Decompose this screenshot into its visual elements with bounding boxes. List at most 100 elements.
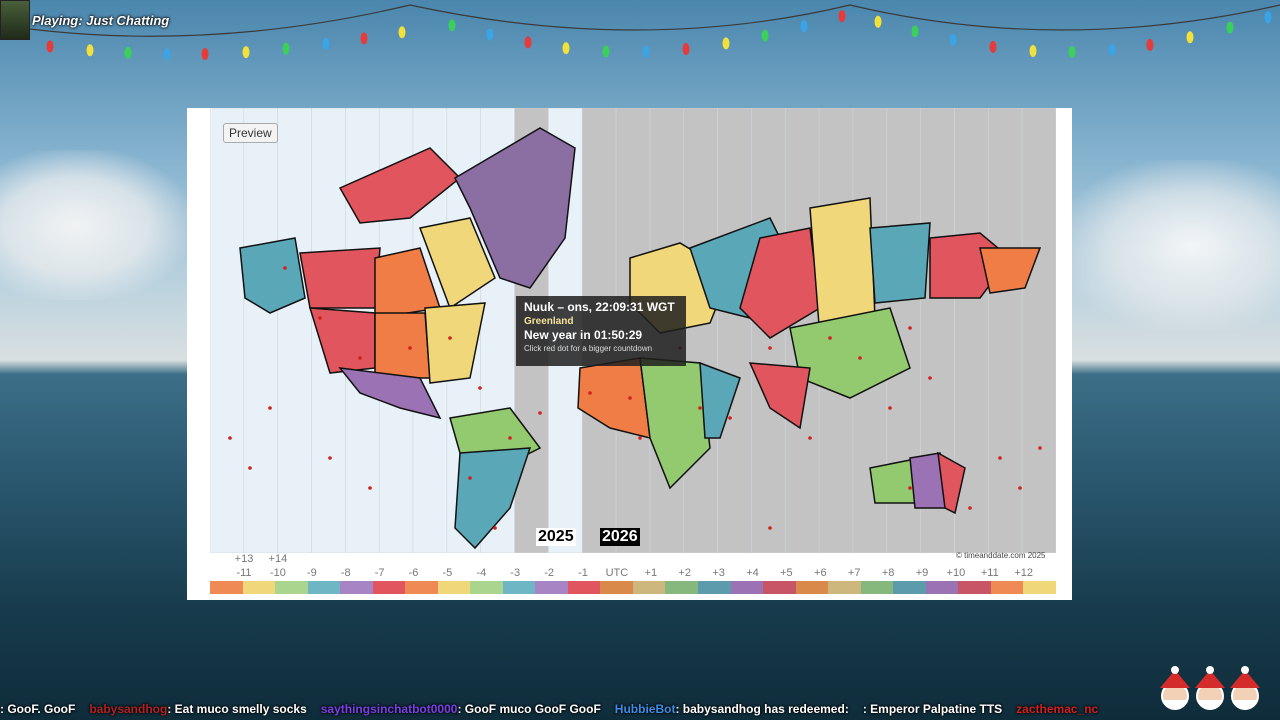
santa-emotes — [1160, 666, 1260, 710]
light-bulb — [398, 26, 406, 39]
color-swatch — [632, 581, 666, 594]
chat-username: zacthemac_nc — [1016, 702, 1099, 716]
city-dot[interactable] — [248, 466, 252, 470]
color-swatch — [958, 581, 991, 594]
color-swatch — [925, 581, 959, 594]
tz-label-lower: -2 — [544, 567, 554, 579]
color-swatch — [502, 581, 536, 594]
city-dot[interactable] — [768, 346, 772, 350]
city-dot[interactable] — [908, 486, 912, 490]
city-dot[interactable] — [588, 391, 592, 395]
city-dot[interactable] — [283, 266, 287, 270]
tz-label-upper: +13 — [234, 553, 254, 565]
preview-button[interactable]: Preview — [223, 123, 278, 143]
color-swatch — [275, 581, 308, 594]
city-dot[interactable] — [768, 526, 772, 530]
city-dot[interactable] — [928, 376, 932, 380]
city-dot[interactable] — [448, 336, 452, 340]
color-swatch — [600, 581, 633, 594]
timezone-band — [277, 108, 312, 553]
light-bulb — [1146, 38, 1154, 51]
city-dot[interactable] — [478, 386, 482, 390]
chat-username: saythingsinchatbot0000 — [320, 702, 458, 716]
stream-header: Playing: Just Chatting — [0, 0, 169, 40]
city-dot[interactable] — [358, 356, 362, 360]
city-dot[interactable] — [698, 406, 702, 410]
color-swatch — [405, 581, 438, 594]
light-bulb — [1226, 21, 1234, 34]
light-bulb — [1068, 45, 1076, 58]
city-dot[interactable] — [408, 346, 412, 350]
color-swatch — [307, 581, 341, 594]
tz-label-upper: +14 — [268, 553, 288, 565]
chat-message: : Emperor Palpatine TTS — [862, 702, 1003, 716]
chat-ticker: : GooF. GooF babysandhog: Eat muco smelly… — [0, 700, 1280, 718]
copyright-text: © timeanddate.com 2025 — [956, 551, 1046, 560]
city-dot[interactable] — [828, 336, 832, 340]
tz-label-lower: +9 — [915, 567, 929, 579]
tooltip-country: Greenland — [524, 316, 574, 327]
city-dot[interactable] — [493, 526, 497, 530]
tz-label-lower: +11 — [980, 567, 999, 579]
city-dot[interactable] — [368, 486, 372, 490]
light-bulb — [989, 40, 997, 53]
city-dot[interactable] — [908, 326, 912, 330]
color-swatch — [795, 581, 829, 594]
tz-label-lower: -3 — [510, 567, 521, 579]
city-dot[interactable] — [228, 436, 232, 440]
city-dot[interactable] — [858, 356, 862, 360]
color-swatch — [990, 581, 1024, 594]
tz-label-lower: +8 — [881, 567, 895, 579]
chat-message: : babysandhog has redeemed: — [675, 702, 849, 716]
city-dot[interactable] — [468, 476, 472, 480]
city-dot[interactable] — [808, 436, 812, 440]
color-swatch — [242, 581, 276, 594]
city-dot[interactable] — [318, 316, 322, 320]
color-swatch — [697, 581, 731, 594]
tz-label-lower: +12 — [1014, 567, 1034, 579]
tz-label-lower: +4 — [746, 567, 759, 579]
color-swatch — [665, 581, 698, 594]
chat-message: : Eat muco smelly socks — [167, 702, 307, 716]
city-dot[interactable] — [628, 396, 632, 400]
city-dot[interactable] — [268, 406, 272, 410]
light-bulb — [642, 45, 650, 58]
city-dot[interactable] — [508, 436, 512, 440]
tooltip-countdown: New year in 01:50:29 — [524, 328, 643, 342]
timezone-band — [210, 108, 245, 553]
light-bulb — [1264, 11, 1272, 24]
city-dot[interactable] — [328, 456, 332, 460]
city-dot[interactable] — [998, 456, 1002, 460]
tz-label-lower: +1 — [644, 567, 658, 579]
chat-username: babysandhog — [89, 702, 168, 716]
chat-message: : GooF. GooF — [0, 702, 76, 716]
light-bulb — [86, 44, 94, 57]
light-bulb — [201, 48, 209, 60]
tz-label-lower: -5 — [442, 567, 453, 579]
timezone-color-bar — [210, 581, 1056, 594]
city-dot[interactable] — [728, 416, 732, 420]
playing-label: Playing: Just Chatting — [32, 12, 170, 28]
color-swatch — [828, 581, 861, 594]
color-swatch — [763, 581, 796, 594]
tz-label-lower: -10 — [269, 567, 286, 579]
chat-message: : GooF muco GooF GooF — [457, 702, 601, 716]
tz-label-lower: +5 — [780, 567, 793, 579]
city-dot[interactable] — [538, 411, 542, 415]
tz-label-lower: +6 — [814, 567, 827, 579]
tooltip-hint: Click red dot for a bigger countdown — [524, 344, 653, 353]
city-dot[interactable] — [638, 436, 642, 440]
city-dot[interactable] — [888, 406, 892, 410]
light-bulb — [911, 25, 919, 38]
year-2025-label: 2025 — [536, 528, 576, 546]
tz-label-lower: -6 — [408, 567, 419, 579]
city-dot[interactable] — [1038, 446, 1042, 450]
city-dot[interactable] — [1018, 486, 1022, 490]
city-dot[interactable] — [968, 506, 972, 510]
tz-label-lower: -8 — [340, 567, 351, 579]
timezone-band — [988, 108, 1023, 553]
color-swatch — [567, 581, 601, 594]
year-2026-label: 2026 — [600, 528, 640, 546]
color-swatch — [470, 581, 503, 594]
light-bulb — [524, 36, 532, 49]
